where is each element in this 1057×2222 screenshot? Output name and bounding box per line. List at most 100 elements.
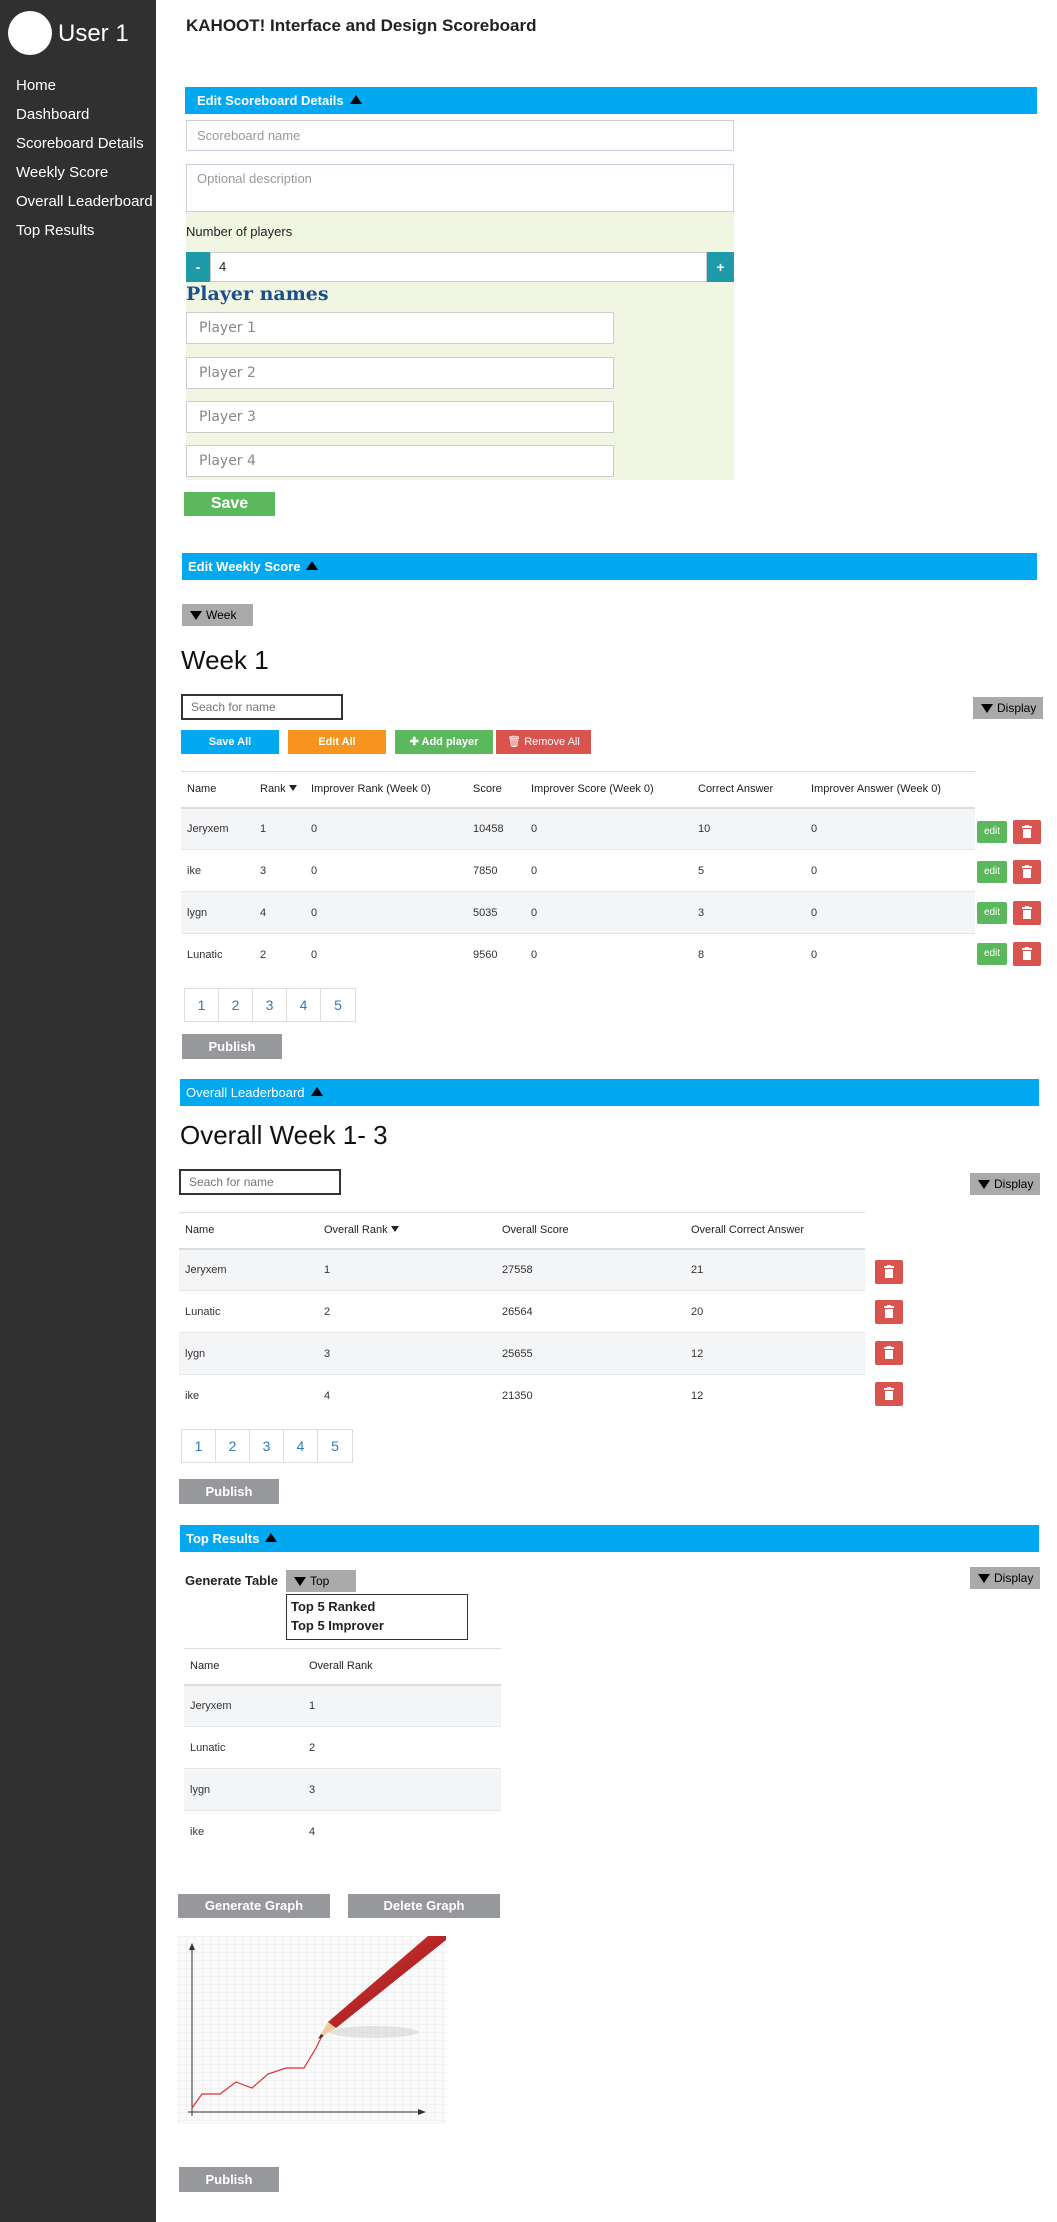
delete-graph-button[interactable]: Delete Graph — [348, 1894, 500, 1918]
column-header[interactable]: Overall Correct Answer — [685, 1212, 865, 1250]
page-link[interactable]: 5 — [318, 1430, 352, 1462]
search-input[interactable]: Seach for name — [181, 694, 343, 720]
page-link[interactable]: 1 — [182, 1430, 216, 1462]
table-cell: 0 — [805, 933, 975, 976]
delete-row-button[interactable] — [1013, 942, 1041, 966]
table-cell: ike — [179, 1374, 318, 1417]
page-link[interactable]: 3 — [253, 989, 287, 1021]
publish-button[interactable]: Publish — [182, 1034, 282, 1059]
top-dropdown[interactable]: Top — [286, 1570, 356, 1592]
table-cell: 0 — [525, 849, 692, 892]
delete-row-button[interactable] — [1013, 860, 1041, 884]
column-header[interactable]: Overall Rank — [303, 1648, 501, 1686]
delete-row-button[interactable] — [875, 1260, 903, 1284]
details-panel — [186, 210, 734, 480]
page-link[interactable]: 2 — [219, 989, 253, 1021]
page-link[interactable]: 4 — [287, 989, 321, 1021]
sort-down-icon — [390, 1226, 399, 1233]
table-cell: 0 — [525, 933, 692, 976]
delete-row-button[interactable] — [1013, 901, 1041, 925]
edit-weekly-score-header[interactable]: Edit Weekly Score — [182, 553, 1037, 580]
player-name-input[interactable]: Player 2 — [186, 357, 614, 389]
edit-all-button[interactable]: Edit All — [288, 730, 386, 754]
sidebar-item-weekly-score[interactable]: Weekly Score — [16, 163, 153, 192]
trash-icon — [1022, 865, 1032, 878]
add-player-label: Add player — [421, 736, 479, 748]
delete-row-button[interactable] — [875, 1382, 903, 1406]
display-dropdown[interactable]: Display — [973, 697, 1043, 719]
section-title: Overall Leaderboard — [186, 1085, 305, 1100]
edit-row-button[interactable]: edit — [977, 861, 1007, 883]
search-input[interactable]: Seach for name — [179, 1169, 341, 1195]
delete-row-button[interactable] — [875, 1341, 903, 1365]
display-dropdown[interactable]: Display — [970, 1173, 1040, 1195]
table-row: Lunatic 2 26564 20 — [179, 1290, 865, 1333]
player-name-input[interactable]: Player 3 — [186, 401, 614, 433]
player-name-input[interactable]: Player 4 — [186, 445, 614, 477]
column-header[interactable]: Improver Answer (Week 0) — [805, 771, 975, 809]
publish-button[interactable]: Publish — [179, 2167, 279, 2192]
column-header[interactable]: Name — [181, 771, 254, 809]
save-button[interactable]: Save — [184, 492, 275, 516]
column-header-overall-rank[interactable]: Overall Rank — [318, 1212, 496, 1250]
page-link[interactable]: 2 — [216, 1430, 250, 1462]
decrement-button[interactable]: - — [186, 252, 210, 282]
generate-graph-button[interactable]: Generate Graph — [178, 1894, 330, 1918]
sidebar-item-overall-leaderboard[interactable]: Overall Leaderboard — [16, 192, 153, 221]
top-results-header[interactable]: Top Results — [180, 1525, 1039, 1552]
player-name-input[interactable]: Player 1 — [186, 312, 614, 344]
column-header[interactable]: Overall Score — [496, 1212, 685, 1250]
table-cell: 0 — [305, 807, 467, 850]
sidebar-item-scoreboard-details[interactable]: Scoreboard Details — [16, 134, 153, 163]
dropdown-option[interactable]: Top 5 Ranked — [291, 1597, 463, 1616]
save-all-button[interactable]: Save All — [181, 730, 279, 754]
table-cell: Lunatic — [181, 933, 254, 976]
sidebar-item-top-results[interactable]: Top Results — [16, 221, 153, 250]
delete-row-button[interactable] — [1013, 820, 1041, 844]
top-dropdown-menu: Top 5 Ranked Top 5 Improver — [286, 1594, 468, 1640]
players-label: Number of players — [186, 224, 293, 239]
column-header[interactable]: Name — [184, 1648, 303, 1686]
add-player-button[interactable]: ✚ Add player — [395, 730, 493, 754]
overall-leaderboard-header[interactable]: Overall Leaderboard — [180, 1079, 1039, 1106]
publish-button[interactable]: Publish — [179, 1479, 279, 1504]
column-header[interactable]: Score — [467, 771, 525, 809]
table-cell: Jeryxem — [179, 1248, 318, 1291]
sidebar-item-dashboard[interactable]: Dashboard — [16, 105, 153, 134]
description-textarea[interactable]: Optional description — [186, 164, 734, 212]
column-header-rank[interactable]: Rank — [254, 771, 305, 809]
generate-table-label: Generate Table — [185, 1573, 278, 1588]
edit-row-button[interactable]: edit — [977, 902, 1007, 924]
table-cell: 0 — [805, 807, 975, 850]
dropdown-option[interactable]: Top 5 Improver — [291, 1616, 463, 1635]
remove-all-button[interactable]: 🗑 Remove All — [496, 730, 591, 754]
column-header[interactable]: Name — [179, 1212, 318, 1250]
edit-row-button[interactable]: edit — [977, 821, 1007, 843]
table-cell: 8 — [692, 933, 805, 976]
delete-row-button[interactable] — [875, 1300, 903, 1324]
player-count-input[interactable]: 4 — [210, 252, 707, 282]
table-cell: Jeryxem — [184, 1684, 303, 1727]
page-link[interactable]: 1 — [185, 989, 219, 1021]
sidebar-item-home[interactable]: Home — [16, 76, 153, 105]
edit-row-button[interactable]: edit — [977, 943, 1007, 965]
page-link[interactable]: 3 — [250, 1430, 284, 1462]
page-link[interactable]: 5 — [321, 989, 355, 1021]
page-link[interactable]: 4 — [284, 1430, 318, 1462]
table-cell: 3 — [318, 1332, 496, 1375]
table-cell: Jeryxem — [181, 807, 254, 850]
table-cell: 0 — [525, 807, 692, 850]
column-header[interactable]: Improver Rank (Week 0) — [305, 771, 467, 809]
scoreboard-name-input[interactable]: Scoreboard name — [186, 120, 734, 151]
dropdown-triangle-icon — [190, 611, 202, 620]
display-dropdown[interactable]: Display — [970, 1567, 1040, 1589]
edit-scoreboard-details-header[interactable]: Edit Scoreboard Details — [185, 87, 1037, 114]
table-cell: 2 — [303, 1726, 501, 1769]
column-header[interactable]: Correct Answer — [692, 771, 805, 809]
increment-button[interactable]: + — [707, 252, 734, 282]
week-dropdown[interactable]: Week — [182, 604, 253, 626]
column-header[interactable]: Improver Score (Week 0) — [525, 771, 692, 809]
avatar[interactable] — [8, 11, 52, 55]
table-cell: 12 — [685, 1374, 865, 1417]
graph-image — [178, 1936, 446, 2124]
